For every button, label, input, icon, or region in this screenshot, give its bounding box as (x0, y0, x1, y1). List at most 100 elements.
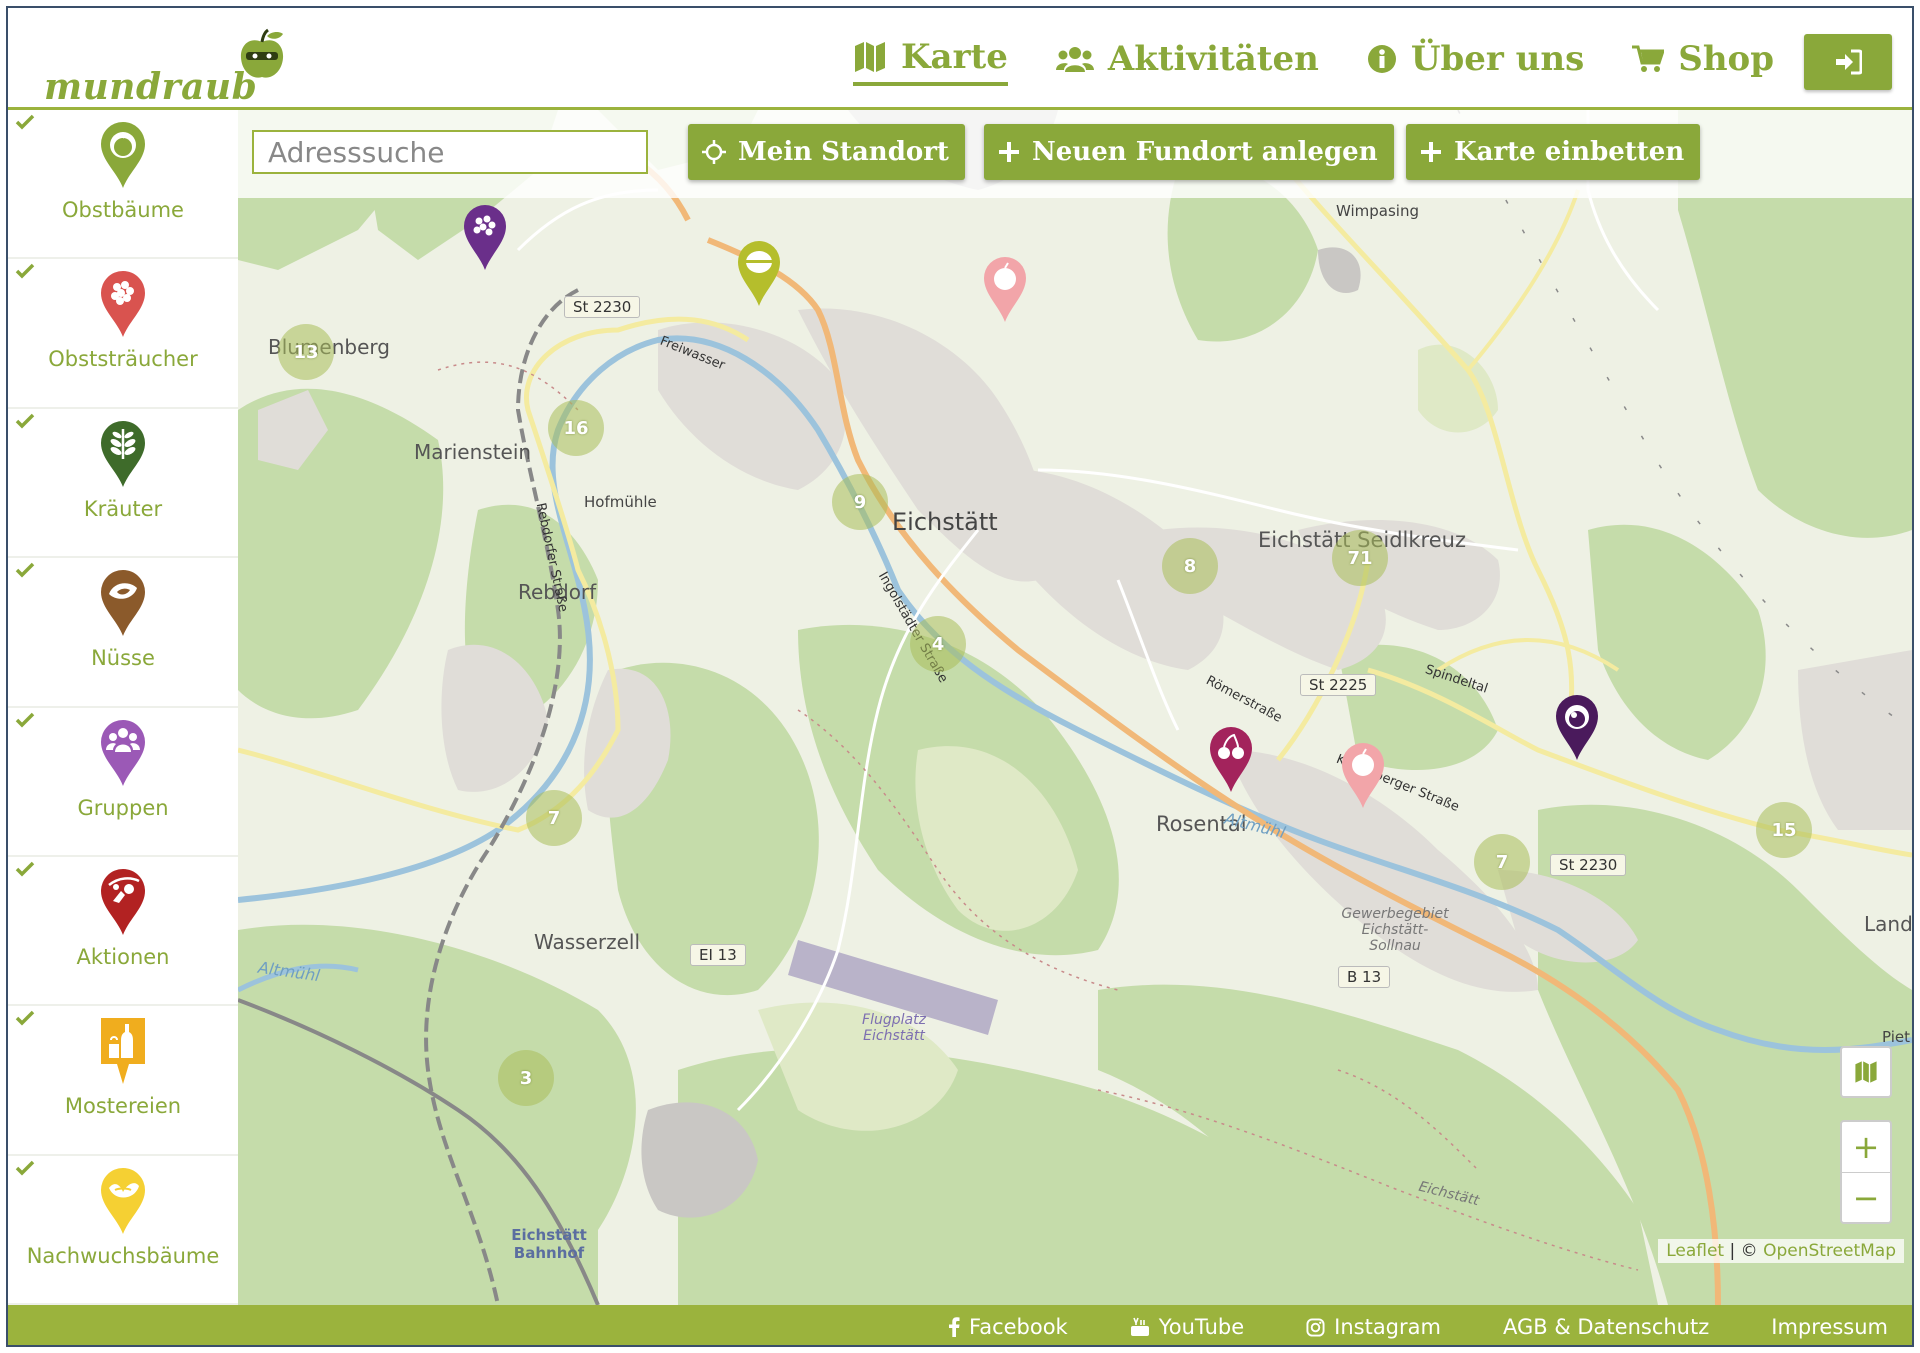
map-canvas[interactable]: Eichstätt Eichstätt Seidlkreuz Marienste… (238, 110, 1912, 1305)
zoom-out-button[interactable]: − (1842, 1172, 1890, 1222)
marker-cluster[interactable]: 71 (1332, 530, 1388, 586)
nav-ueber-uns[interactable]: Über uns (1367, 32, 1584, 86)
embed-map-button[interactable]: Karte einbetten (1406, 124, 1701, 180)
cluster-count: 9 (853, 491, 867, 513)
layers-button[interactable] (1840, 1046, 1892, 1098)
check-icon (15, 712, 35, 728)
fruit-marker[interactable] (736, 240, 782, 308)
marker-cluster[interactable]: 8 (1162, 538, 1218, 594)
place-label: Gewerbegebiet Eichstätt-Sollnau (1341, 906, 1449, 954)
login-button[interactable] (1804, 34, 1892, 90)
cluster-count: 13 (293, 341, 319, 363)
place-label: Eichstätt Bahnhof (511, 1226, 587, 1262)
nav-aktivitaeten[interactable]: Aktivitäten (1055, 32, 1319, 86)
users-icon (1055, 47, 1094, 72)
place-label: Land (1864, 912, 1912, 936)
logo[interactable]: mundraub (44, 28, 304, 108)
place-label: Flugplatz Eichstätt (862, 1012, 926, 1044)
button-label: Karte einbetten (1454, 137, 1685, 167)
nav-shop[interactable]: Shop (1632, 32, 1774, 86)
category-kraeuter[interactable]: Kräuter (8, 409, 238, 559)
map-tiles (238, 110, 1912, 1305)
berry-marker[interactable] (462, 204, 508, 272)
app-frame: mundraub Karte Aktivitäten Über uns Shop… (6, 6, 1914, 1347)
footer-impressum-link[interactable]: Impressum (1771, 1315, 1888, 1339)
logo-apple-icon (240, 28, 284, 78)
place-label: Wasserzell (534, 930, 641, 954)
cherry-marker[interactable] (1208, 726, 1254, 794)
map-toolbar: Mein Standort Neuen Fundort anlegen Kart… (238, 110, 1912, 198)
plum-marker[interactable] (1554, 694, 1600, 762)
action-icon (101, 868, 145, 935)
category-mostereien[interactable]: Mostereien (8, 1006, 238, 1156)
nav-label: Über uns (1410, 39, 1585, 79)
category-nachwuchsbaeume[interactable]: Nachwuchsbäume (8, 1156, 238, 1306)
check-icon (15, 562, 35, 578)
footer-agb-link[interactable]: AGB & Datenschutz (1503, 1315, 1709, 1339)
category-gruppen[interactable]: Gruppen (8, 708, 238, 857)
marker-cluster[interactable]: 9 (832, 474, 888, 530)
place-label: Hofmühle (584, 493, 657, 511)
plus-icon (1421, 142, 1441, 162)
footer-facebook-link[interactable]: Facebook (948, 1315, 1068, 1339)
plus-icon (999, 142, 1019, 162)
footer-instagram-link[interactable]: Instagram (1306, 1315, 1441, 1339)
logo-text: mundraub (44, 66, 258, 108)
category-label: Obststräucher (48, 347, 198, 372)
check-icon (15, 861, 35, 877)
address-search-input[interactable] (252, 130, 648, 174)
road-shield: B 13 (1338, 966, 1391, 988)
apple-marker[interactable] (1340, 742, 1386, 810)
category-obststraeucher[interactable]: Obststräucher (8, 259, 238, 409)
nut-icon (101, 570, 145, 637)
nav-label: Karte (901, 37, 1008, 77)
berry-icon (101, 271, 145, 338)
road-shield: St 2230 (1550, 854, 1627, 876)
marker-cluster[interactable]: 13 (278, 324, 334, 380)
place-label: Eichstätt (892, 508, 998, 536)
marker-cluster[interactable]: 7 (1474, 834, 1530, 890)
cluster-count: 15 (1771, 819, 1797, 841)
new-site-button[interactable]: Neuen Fundort anlegen (984, 124, 1394, 180)
cluster-count: 3 (519, 1067, 533, 1089)
nav-karte[interactable]: Karte (853, 32, 1008, 86)
footer: Facebook YouTube Instagram AGB & Datensc… (8, 1305, 1912, 1345)
footer-link-label: YouTube (1158, 1315, 1245, 1339)
footer-link-label: Impressum (1771, 1315, 1888, 1339)
place-label: Marienstein (414, 440, 532, 464)
instagram-icon (1306, 1317, 1325, 1337)
category-label: Nachwuchsbäume (26, 1243, 220, 1268)
footer-link-label: Facebook (969, 1315, 1068, 1339)
marker-cluster[interactable]: 15 (1756, 802, 1812, 858)
category-label: Kräuter (83, 496, 163, 521)
marker-cluster[interactable]: 7 (526, 790, 582, 846)
my-location-button[interactable]: Mein Standort (688, 124, 965, 180)
category-aktionen[interactable]: Aktionen (8, 857, 238, 1007)
category-label: Nüsse (91, 646, 155, 671)
marker-cluster[interactable]: 3 (498, 1050, 554, 1106)
main-nav: Karte Aktivitäten Über uns Shop (805, 32, 1774, 92)
button-label: Mein Standort (738, 137, 949, 167)
map-icon (855, 42, 885, 72)
footer-link-label: AGB & Datenschutz (1502, 1315, 1710, 1339)
cluster-count: 8 (1183, 555, 1197, 577)
cluster-count: 7 (1495, 851, 1509, 873)
footer-youtube-link[interactable]: YouTube (1130, 1315, 1244, 1339)
apple-tree-icon (101, 122, 145, 188)
cluster-count: 4 (931, 633, 945, 655)
marker-cluster[interactable]: 16 (548, 400, 604, 456)
place-label: Piet (1882, 1028, 1910, 1046)
marker-cluster[interactable]: 4 (910, 616, 966, 672)
apple-marker[interactable] (982, 256, 1028, 324)
osm-link[interactable]: OpenStreetMap (1763, 1241, 1896, 1261)
category-label: Gruppen (77, 795, 169, 820)
bottle-icon (101, 1018, 145, 1085)
zoom-in-button[interactable]: + (1842, 1122, 1890, 1172)
category-label: Mostereien (64, 1094, 182, 1119)
sign-in-icon (1836, 49, 1862, 75)
category-nuesse[interactable]: Nüsse (8, 558, 238, 708)
category-sidebar: Obstbäume Obststräucher Kräuter Nüsse Gr… (8, 110, 238, 1306)
header: mundraub Karte Aktivitäten Über uns Shop (8, 8, 1912, 110)
category-obstbaeume[interactable]: Obstbäume (8, 110, 238, 260)
leaflet-link[interactable]: Leaflet (1666, 1241, 1724, 1261)
